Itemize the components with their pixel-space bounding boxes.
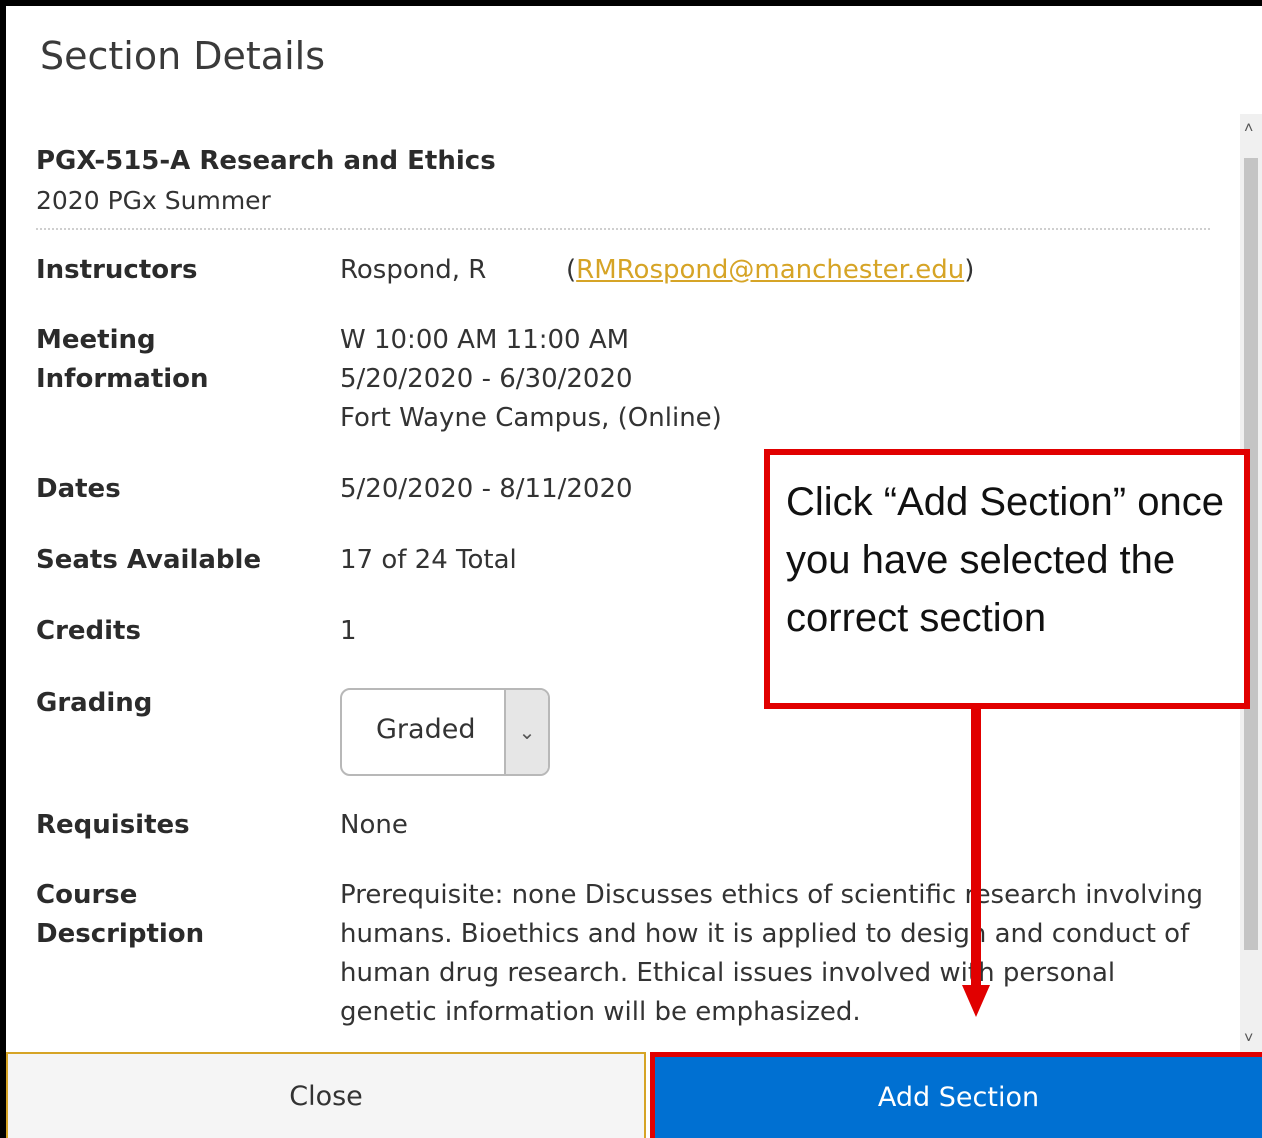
seats-value: 17 of 24 Total — [340, 545, 517, 575]
divider — [36, 228, 1210, 230]
arrow-shaft — [971, 709, 981, 989]
meeting-time: W 10:00 AM 11:00 AM — [340, 325, 630, 355]
chevron-down-icon[interactable]: ⌄ — [504, 690, 548, 774]
meeting-label-line1: Meeting — [36, 325, 156, 355]
instruction-callout: Click “Add Section” once you have select… — [764, 449, 1250, 709]
grading-select[interactable]: Graded ⌄ — [340, 688, 550, 776]
instructor-name: Rospond, R — [340, 255, 487, 285]
close-button[interactable]: Close — [6, 1052, 646, 1138]
credits-label: Credits — [36, 616, 141, 646]
grading-label: Grading — [36, 688, 153, 718]
dates-value: 5/20/2020 - 8/11/2020 — [340, 474, 633, 504]
meeting-value: W 10:00 AM 11:00 AM 5/20/2020 - 6/30/202… — [340, 321, 722, 438]
instructor-email-link[interactable]: RMRospond@manchester.edu — [576, 255, 964, 285]
course-title: PGX-515-A Research and Ethics — [36, 146, 496, 176]
instructors-label: Instructors — [36, 255, 198, 285]
description-label-line2: Description — [36, 919, 205, 949]
dialog-footer: Close Add Section — [6, 1052, 1262, 1138]
add-section-button[interactable]: Add Section — [650, 1052, 1262, 1138]
description-label-line1: Course — [36, 880, 138, 910]
requisites-label: Requisites — [36, 810, 190, 840]
instructor-email-wrap: (RMRospond@manchester.edu) — [566, 255, 975, 285]
credits-value: 1 — [340, 616, 357, 646]
dialog-title: Section Details — [40, 34, 325, 78]
arrow-head-icon — [962, 985, 990, 1017]
requisites-value: None — [340, 810, 408, 840]
seats-label: Seats Available — [36, 545, 262, 575]
meeting-label-line2: Information — [36, 364, 209, 394]
meeting-dates: 5/20/2020 - 6/30/2020 — [340, 364, 633, 394]
course-description: Prerequisite: none Discusses ethics of s… — [340, 880, 1204, 1027]
grading-selected-value: Graded — [376, 714, 476, 745]
meeting-location: Fort Wayne Campus, (Online) — [340, 403, 722, 433]
meeting-label: Meeting Information — [36, 321, 209, 399]
dates-label: Dates — [36, 474, 121, 504]
description-label: Course Description — [36, 876, 204, 954]
course-term: 2020 PGx Summer — [36, 186, 271, 215]
scroll-up-icon[interactable]: ˄ — [1244, 120, 1253, 138]
scroll-down-icon[interactable]: ˅ — [1244, 1030, 1253, 1048]
